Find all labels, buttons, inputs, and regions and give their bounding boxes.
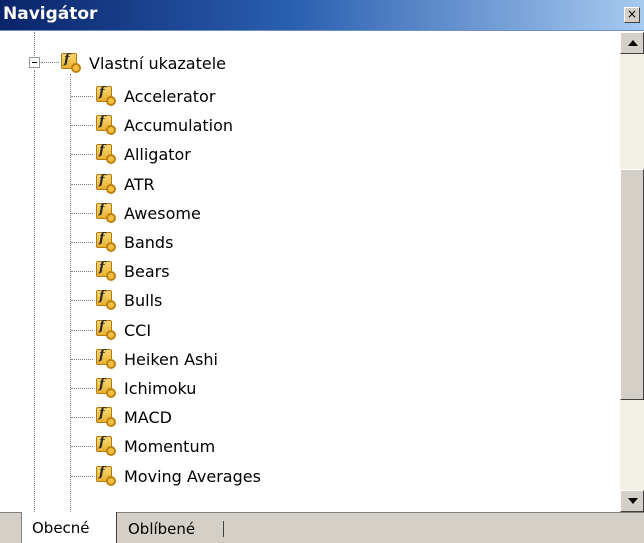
tree-root-label: Vlastní ukazatele — [89, 53, 227, 73]
custom-indicator-icon: f — [96, 435, 116, 456]
custom-indicator-icon: f — [96, 406, 116, 427]
custom-indicator-icon: f — [96, 260, 116, 281]
tree-line-branch — [71, 96, 93, 97]
tree-line-root-below — [34, 70, 35, 512]
tree-item-label: ATR — [124, 174, 155, 194]
tree-item[interactable]: f Accumulation — [96, 112, 233, 138]
close-button[interactable]: × — [624, 7, 640, 23]
tree-item[interactable]: f Heiken Ashi — [96, 346, 218, 372]
tree-line-branch — [71, 154, 93, 155]
tree-line-root-branch — [41, 62, 59, 63]
tab-general[interactable]: Obecné — [21, 512, 117, 543]
tree-line-branch — [71, 330, 93, 331]
tree-line-branch — [71, 388, 93, 389]
collapse-toggle[interactable] — [29, 57, 40, 68]
scroll-thumb[interactable] — [620, 169, 644, 400]
tree-item-label: Awesome — [124, 203, 201, 223]
tree-item-label: Moving Averages — [124, 466, 261, 486]
custom-indicator-icon: f — [96, 114, 116, 135]
tree-item[interactable]: f Accelerator — [96, 83, 215, 109]
custom-indicator-icon: f — [96, 202, 116, 223]
tree-item[interactable]: f Bears — [96, 258, 170, 284]
tree-line-branch — [71, 417, 93, 418]
window-title: Navigátor — [3, 4, 98, 24]
scroll-up-button[interactable] — [620, 32, 644, 54]
tree-line-branch — [71, 300, 93, 301]
arrow-down-icon — [628, 498, 638, 504]
tree-item-label: Bands — [124, 232, 174, 252]
tree-item-label: Bulls — [124, 290, 163, 310]
tree-item-label: Momentum — [124, 436, 216, 456]
tree-item[interactable]: f Ichimoku — [96, 375, 196, 401]
tree-line-branch — [71, 271, 93, 272]
tree-line-branch — [71, 476, 93, 477]
tree-item[interactable]: f Bulls — [96, 287, 162, 313]
tab-bar: Obecné Oblíbené — [0, 512, 644, 543]
tree-item-label: Accelerator — [124, 86, 216, 106]
custom-indicator-icon: f — [96, 231, 116, 252]
tree-item-label: CCI — [124, 320, 152, 340]
navigator-tree: f Vlastní ukazatele f Accelerator f Accumul… — [0, 32, 620, 512]
tree-item[interactable]: f Moving Averages — [96, 463, 261, 489]
tree-item-label: Bears — [124, 261, 170, 281]
tree-item[interactable]: f Bands — [96, 229, 173, 255]
custom-indicator-icon: f — [61, 52, 81, 73]
tree-item[interactable]: f MACD — [96, 404, 172, 430]
tab-favorites[interactable]: Oblíbené — [118, 513, 228, 543]
tree-item[interactable]: f Alligator — [96, 141, 191, 167]
vertical-scrollbar[interactable] — [620, 32, 644, 512]
tree-item-label: Ichimoku — [124, 378, 197, 398]
tree-line-branch — [71, 242, 93, 243]
tree-line-branch — [71, 125, 93, 126]
tree-root-node[interactable]: f Vlastní ukazatele — [61, 50, 226, 76]
tree-line-branch — [71, 359, 93, 360]
tab-separator — [223, 521, 224, 537]
arrow-up-icon — [628, 40, 638, 46]
custom-indicator-icon: f — [96, 173, 116, 194]
custom-indicator-icon: f — [96, 319, 116, 340]
custom-indicator-icon: f — [96, 348, 116, 369]
tree-line-root — [34, 32, 35, 56]
tree-item[interactable]: f Awesome — [96, 200, 201, 226]
custom-indicator-icon: f — [96, 465, 116, 486]
tree-item[interactable]: f Momentum — [96, 433, 215, 459]
custom-indicator-icon: f — [96, 143, 116, 164]
tree-line-branch — [71, 446, 93, 447]
tree-item-label: Heiken Ashi — [124, 349, 218, 369]
tree-line-branch — [71, 184, 93, 185]
tree-item-label: MACD — [124, 407, 172, 427]
custom-indicator-icon: f — [96, 85, 116, 106]
tree-item-label: Alligator — [124, 144, 191, 164]
title-bar: Navigátor × — [0, 0, 644, 31]
custom-indicator-icon: f — [96, 289, 116, 310]
scroll-down-button[interactable] — [620, 490, 644, 512]
tree-item-label: Accumulation — [124, 115, 234, 135]
custom-indicator-icon: f — [96, 377, 116, 398]
tree-item[interactable]: f ATR — [96, 171, 155, 197]
tree-item[interactable]: f CCI — [96, 317, 151, 343]
tree-line-branch — [71, 213, 93, 214]
